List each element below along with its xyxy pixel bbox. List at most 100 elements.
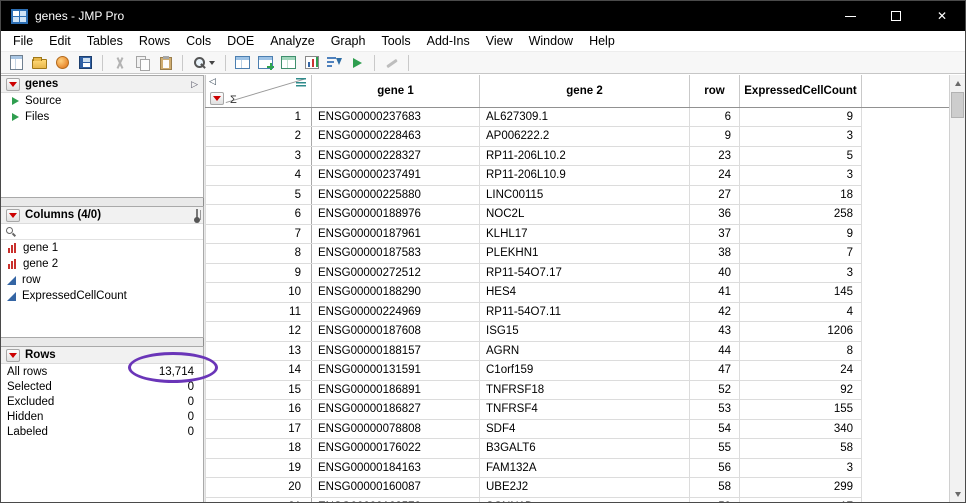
cell-count[interactable]: 18 (740, 185, 862, 205)
stat-hidden[interactable]: Hidden 0 (1, 409, 203, 424)
cell-gene1[interactable]: ENSG00000162572 (312, 497, 480, 502)
table-script-source[interactable]: Source (1, 93, 203, 109)
cell-row[interactable]: 52 (690, 380, 740, 400)
cell-count[interactable]: 258 (740, 205, 862, 225)
menu-graph[interactable]: Graph (323, 32, 374, 50)
cell-count[interactable]: 5 (740, 146, 862, 166)
cell-gene2[interactable]: SCNN1D (480, 497, 690, 502)
cell-count[interactable]: 155 (740, 400, 862, 420)
collapse-panels-icon[interactable]: ◁ (209, 76, 216, 87)
cell-gene1[interactable]: ENSG00000224969 (312, 302, 480, 322)
cell-row[interactable]: 6 (690, 107, 740, 127)
scroll-up-button[interactable] (950, 75, 965, 91)
cell-gene1[interactable]: ENSG00000188290 (312, 283, 480, 303)
data-table-button[interactable] (232, 53, 253, 73)
column-item-expressedcellcount[interactable]: ExpressedCellCount (1, 288, 203, 304)
menu-analyze[interactable]: Analyze (262, 32, 322, 50)
menu-addins[interactable]: Add-Ins (419, 32, 478, 50)
cell-gene1[interactable]: ENSG00000160087 (312, 478, 480, 498)
open-button[interactable] (29, 53, 50, 73)
cell-count[interactable]: 24 (740, 361, 862, 381)
cell-count[interactable]: 7 (740, 244, 862, 264)
cell-gene2[interactable]: TNFRSF4 (480, 400, 690, 420)
row-number-cell[interactable]: 19 (206, 458, 312, 478)
cell-gene1[interactable]: ENSG00000228327 (312, 146, 480, 166)
cell-row[interactable]: 55 (690, 439, 740, 459)
stat-labeled[interactable]: Labeled 0 (1, 424, 203, 439)
scroll-down-button[interactable] (950, 486, 965, 502)
cell-gene2[interactable]: NOC2L (480, 205, 690, 225)
table-corner-cell[interactable]: ◁ Σ (206, 75, 312, 107)
run-script-button[interactable] (347, 53, 368, 73)
cell-count[interactable]: 58 (740, 439, 862, 459)
row-number-cell[interactable]: 6 (206, 205, 312, 225)
cell-row[interactable]: 37 (690, 224, 740, 244)
cell-gene1[interactable]: ENSG00000237683 (312, 107, 480, 127)
menu-tables[interactable]: Tables (79, 32, 131, 50)
cell-count[interactable]: 1206 (740, 322, 862, 342)
cell-row[interactable]: 43 (690, 322, 740, 342)
cell-row[interactable]: 59 (690, 497, 740, 502)
cell-row[interactable]: 56 (690, 458, 740, 478)
cell-gene2[interactable]: UBE2J2 (480, 478, 690, 498)
cell-gene2[interactable]: RP11-206L10.9 (480, 166, 690, 186)
cell-gene2[interactable]: C1orf159 (480, 361, 690, 381)
add-rows-button[interactable] (255, 53, 276, 73)
cell-gene1[interactable]: ENSG00000228463 (312, 127, 480, 147)
journal-button[interactable] (52, 53, 73, 73)
stat-selected[interactable]: Selected 0 (1, 379, 203, 394)
cell-gene1[interactable]: ENSG00000187583 (312, 244, 480, 264)
cell-gene2[interactable]: TNFRSF18 (480, 380, 690, 400)
cell-gene2[interactable]: PLEKHN1 (480, 244, 690, 264)
cell-row[interactable]: 40 (690, 263, 740, 283)
maximize-button[interactable] (873, 1, 919, 31)
menu-doe[interactable]: DOE (219, 32, 262, 50)
zoom-button[interactable] (189, 53, 219, 73)
cut-button[interactable] (109, 53, 130, 73)
cell-gene1[interactable]: ENSG00000184163 (312, 458, 480, 478)
row-number-cell[interactable]: 15 (206, 380, 312, 400)
cell-gene1[interactable]: ENSG00000225880 (312, 185, 480, 205)
cell-count[interactable]: 299 (740, 478, 862, 498)
cell-gene2[interactable]: LINC00115 (480, 185, 690, 205)
cell-row[interactable]: 44 (690, 341, 740, 361)
stat-excluded[interactable]: Excluded 0 (1, 394, 203, 409)
menu-edit[interactable]: Edit (41, 32, 79, 50)
cell-gene2[interactable]: KLHL17 (480, 224, 690, 244)
cell-gene2[interactable]: RP11-54O7.11 (480, 302, 690, 322)
cell-count[interactable]: 9 (740, 224, 862, 244)
cell-count[interactable]: 3 (740, 127, 862, 147)
manage-columns-button[interactable] (196, 210, 198, 220)
row-number-cell[interactable]: 11 (206, 302, 312, 322)
menu-tools[interactable]: Tools (373, 32, 418, 50)
cell-count[interactable]: 3 (740, 458, 862, 478)
cell-gene1[interactable]: ENSG00000176022 (312, 439, 480, 459)
row-number-cell[interactable]: 18 (206, 439, 312, 459)
column-header-row[interactable]: row (690, 75, 740, 107)
cell-gene1[interactable]: ENSG00000131591 (312, 361, 480, 381)
rows-menu-button[interactable] (210, 92, 224, 105)
scrollbar-thumb[interactable] (951, 92, 964, 118)
row-number-cell[interactable]: 5 (206, 185, 312, 205)
minimize-button[interactable] (827, 1, 873, 31)
row-number-cell[interactable]: 12 (206, 322, 312, 342)
cell-row[interactable]: 58 (690, 478, 740, 498)
column-item-row[interactable]: row (1, 272, 203, 288)
row-number-cell[interactable]: 7 (206, 224, 312, 244)
row-number-cell[interactable]: 17 (206, 419, 312, 439)
cell-count[interactable]: 17 (740, 497, 862, 502)
graph-builder-button[interactable] (301, 53, 322, 73)
close-button[interactable]: ✕ (919, 1, 965, 31)
row-number-cell[interactable]: 13 (206, 341, 312, 361)
copy-button[interactable] (132, 53, 153, 73)
cell-gene2[interactable]: RP11-54O7.17 (480, 263, 690, 283)
cell-gene2[interactable]: AL627309.1 (480, 107, 690, 127)
row-number-cell[interactable]: 4 (206, 166, 312, 186)
sigma-icon[interactable]: Σ (230, 94, 237, 106)
cell-gene2[interactable]: ISG15 (480, 322, 690, 342)
join-tables-button[interactable] (278, 53, 299, 73)
row-number-cell[interactable]: 1 (206, 107, 312, 127)
menu-help[interactable]: Help (581, 32, 623, 50)
new-data-table-button[interactable] (6, 53, 27, 73)
cell-gene1[interactable]: ENSG00000187961 (312, 224, 480, 244)
